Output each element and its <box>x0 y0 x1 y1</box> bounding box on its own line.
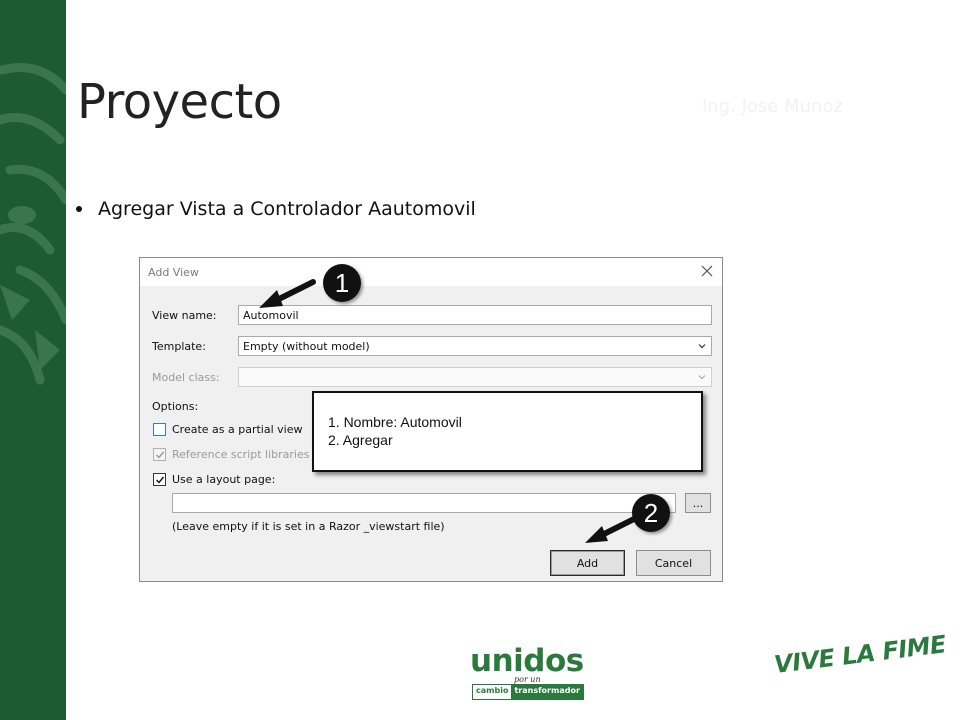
por-un-text: por un <box>514 675 541 684</box>
options-label: Options: <box>152 400 199 413</box>
step-badge-1: 1 <box>323 264 361 302</box>
browse-button[interactable]: ... <box>685 493 711 513</box>
transformador-text: transformador <box>511 685 583 699</box>
slide-sidebar <box>0 0 66 720</box>
cambio-transformador-strip: cambio transformador <box>472 684 584 700</box>
unidos-logo: unidos por un cambio transformador <box>470 645 592 701</box>
model-class-select[interactable] <box>238 367 712 387</box>
layout-page-checkbox[interactable] <box>153 473 166 486</box>
dialog-title: Add View <box>148 266 199 279</box>
note-line-2: 2. Agregar <box>328 432 393 448</box>
checkmark-icon <box>156 476 165 484</box>
cancel-button[interactable]: Cancel <box>636 550 711 576</box>
bullet-item: Agregar Vista a Controlador Aautomovil <box>76 198 476 220</box>
layout-page-label: Use a layout page: <box>172 473 276 486</box>
slide-title: Proyecto <box>77 74 282 130</box>
checkmark-icon <box>156 451 165 459</box>
bullet-text: Agregar Vista a Controlador Aautomovil <box>98 198 476 220</box>
vive-la-fime-logo: VIVE LA FIME <box>772 630 948 679</box>
close-icon[interactable] <box>700 264 714 278</box>
author-watermark: Ing. José Munoz <box>702 96 843 117</box>
arrow-icon <box>585 516 637 543</box>
add-button[interactable]: Add <box>550 550 625 576</box>
tiger-watermark <box>0 63 66 385</box>
view-name-label: View name: <box>152 309 217 322</box>
arrow-icon <box>259 279 316 308</box>
unidos-wordmark: unidos <box>470 643 584 679</box>
template-select[interactable]: Empty (without model) <box>238 336 712 356</box>
layout-hint: (Leave empty if it is set in a Razor _vi… <box>172 520 445 533</box>
partial-view-checkbox[interactable] <box>153 423 166 436</box>
partial-view-label: Create as a partial view <box>172 423 303 436</box>
script-libraries-checkbox[interactable] <box>153 448 166 461</box>
cambio-text: cambio <box>473 685 512 699</box>
template-value: Empty (without model) <box>243 340 370 353</box>
script-libraries-label: Reference script libraries <box>172 448 310 461</box>
dialog-titlebar: Add View <box>140 258 722 286</box>
note-line-1: 1. Nombre: Automovil <box>328 414 462 430</box>
template-label: Template: <box>152 340 206 353</box>
bullet-dot <box>76 206 82 212</box>
model-class-label: Model class: <box>152 371 220 384</box>
chevron-down-icon <box>698 344 706 349</box>
instruction-note: 1. Nombre: Automovil 2. Agregar <box>312 391 703 472</box>
chevron-down-icon <box>698 375 706 380</box>
layout-path-input[interactable] <box>172 493 676 513</box>
